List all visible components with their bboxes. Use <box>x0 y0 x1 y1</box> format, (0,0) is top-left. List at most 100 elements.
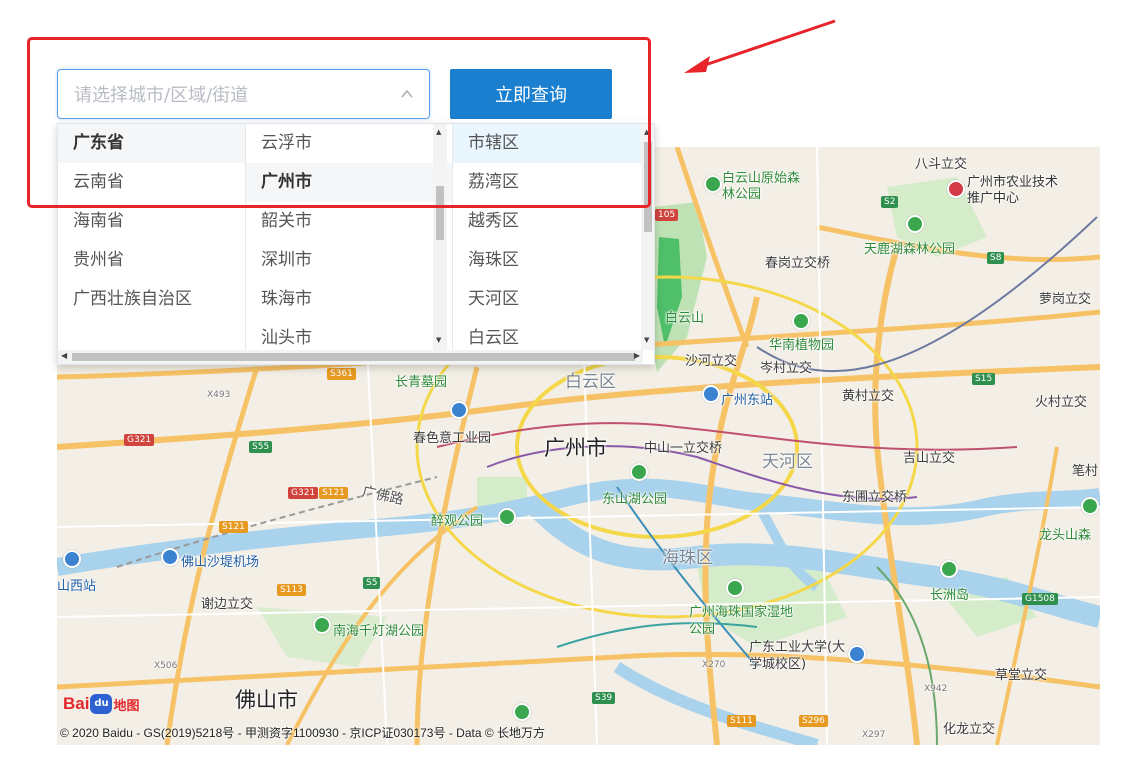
province-option[interactable]: 贵州省 <box>58 241 245 280</box>
road-badge-s8: S8 <box>987 252 1005 264</box>
school-pin-icon <box>848 645 866 663</box>
map-label-x506: X506 <box>154 661 178 671</box>
map-label-baiyun: 白云区 <box>565 372 616 392</box>
district-option[interactable]: 白云区 <box>453 319 643 350</box>
scroll-left-icon[interactable]: ◀ <box>61 351 67 360</box>
scroll-up-icon[interactable]: ▲ <box>644 128 649 136</box>
road-badge-s121: S121 <box>319 487 348 499</box>
park-pin-icon <box>792 312 810 330</box>
road-badge-s5: S5 <box>363 577 381 589</box>
map-label-tianhe: 天河区 <box>762 452 813 472</box>
map-label-guangzhou-east: 广州东站 <box>721 393 774 408</box>
cascade-horizontal-scrollbar[interactable]: ◀ ▶ <box>58 350 643 364</box>
station-pin-icon <box>702 385 720 403</box>
district-option[interactable]: 越秀区 <box>453 202 643 241</box>
park-pin-icon <box>513 703 531 721</box>
map-label-xiechi: 谢边立交 <box>201 597 254 612</box>
district-option[interactable]: 市辖区 <box>453 124 643 163</box>
airport-pin-icon <box>161 548 179 566</box>
city-list-scrollbar[interactable]: ▲ ▼ <box>433 124 447 350</box>
province-option[interactable]: 广东省 <box>58 124 245 163</box>
map-label-baiyunshan-park: 白云山原始森林公园 <box>722 171 801 202</box>
road-badge-g1508: G1508 <box>1022 593 1058 605</box>
scroll-down-icon[interactable]: ▼ <box>436 336 441 344</box>
map-label-hualong: 化龙立交 <box>943 722 996 737</box>
logo-bai-text: Bai <box>63 694 90 713</box>
district-option[interactable]: 海珠区 <box>453 241 643 280</box>
road-badge-s296: S296 <box>799 715 828 727</box>
map-label-longtoushan: 龙头山森 <box>1039 528 1092 543</box>
city-option[interactable]: 韶关市 <box>246 202 452 241</box>
city-option[interactable]: 汕头市 <box>246 319 452 350</box>
road-badge-g321: G321 <box>124 434 155 446</box>
road-badge-s39: S39 <box>592 692 616 704</box>
district-option[interactable]: 天河区 <box>453 280 643 319</box>
map-label-jishan: 吉山立交 <box>903 451 956 466</box>
map-label-tianluhu: 天鹿湖森林公园 <box>864 242 956 257</box>
city-scroll-thumb[interactable] <box>436 186 444 240</box>
map-label-zhongshan: 中山一立交桥 <box>644 441 723 456</box>
query-button[interactable]: 立即查询 <box>450 69 612 119</box>
province-option[interactable]: 海南省 <box>58 202 245 241</box>
road-badge-g321: G321 <box>288 487 319 499</box>
map-label-changzhou: 长洲岛 <box>930 588 970 603</box>
park-pin-icon <box>704 175 722 193</box>
map-label-caotang: 草堂立交 <box>995 668 1048 683</box>
road-badge-s111: S111 <box>727 715 756 727</box>
city-option[interactable]: 云浮市 <box>246 124 452 163</box>
road-badge-105: 105 <box>655 209 679 221</box>
map-label-x942: X942 <box>924 684 948 694</box>
city-option[interactable]: 广州市 <box>246 163 452 202</box>
map-label-haizhu: 海珠区 <box>662 548 713 568</box>
map-label-huocun: 火村立交 <box>1035 395 1088 410</box>
map-label-foshan: 佛山市 <box>235 688 298 712</box>
park-pin-icon <box>726 579 744 597</box>
district-scroll-thumb[interactable] <box>644 142 652 232</box>
map-label-luogang: 萝岗立交 <box>1039 292 1092 307</box>
map-label-guangzhou: 广州市 <box>544 436 607 460</box>
map-label-shahe: 沙河立交 <box>685 354 738 369</box>
district-list-scrollbar[interactable]: ▲ ▼ <box>641 124 654 350</box>
district-option[interactable]: 荔湾区 <box>453 163 643 202</box>
scroll-up-icon[interactable]: ▲ <box>436 128 441 136</box>
park-pin-icon <box>1081 497 1099 515</box>
map-label-chunseyi: 春色意工业园 <box>413 431 492 446</box>
map-label-baiyunshan: 白云山 <box>665 311 705 326</box>
park-pin-icon <box>313 616 331 634</box>
baidu-paw-icon: du <box>90 694 113 714</box>
map-label-gdut: 广东工业大学(大学城校区) <box>749 640 846 672</box>
chevron-up-icon[interactable] <box>399 86 415 102</box>
map-label-huangcun: 黄村立交 <box>842 389 895 404</box>
region-search-input[interactable] <box>72 70 396 120</box>
logo-ditu-text: 地图 <box>113 698 140 714</box>
city-list: 云浮市 广州市 韶关市 深圳市 珠海市 汕头市 <box>246 124 453 350</box>
city-option[interactable]: 深圳市 <box>246 241 452 280</box>
province-option[interactable]: 广西壮族自治区 <box>58 280 245 319</box>
map-label-cuncun: 岑村立交 <box>760 361 813 376</box>
map-label-changqing: 长青墓园 <box>395 375 448 390</box>
province-option[interactable]: 云南省 <box>58 163 245 202</box>
scroll-down-icon[interactable]: ▼ <box>644 336 649 344</box>
annotation-arrow-icon <box>684 19 836 73</box>
park-pin-icon <box>498 508 516 526</box>
park-pin-icon <box>940 560 958 578</box>
horizontal-scroll-thumb[interactable] <box>72 353 635 361</box>
region-cascade-dropdown: 广东省 云南省 海南省 贵州省 广西壮族自治区 云浮市 广州市 韶关市 深圳市 珠海市 汕头市 ▲… <box>57 123 655 365</box>
map-label-nanhai-lake: 南海千灯湖公园 <box>333 624 425 639</box>
map-label-longcun: 笔村 <box>1072 464 1099 479</box>
map-label-bagan: 八斗立交 <box>915 157 968 172</box>
map-label-dongshanhu: 东山湖公园 <box>602 492 668 507</box>
map-label-x297: X297 <box>862 730 886 740</box>
road-badge-s121: S121 <box>219 521 248 533</box>
province-list: 广东省 云南省 海南省 贵州省 广西壮族自治区 <box>58 124 246 350</box>
map-label-shanxi-station: 山西站 <box>57 579 97 594</box>
map-label-huanan-garden: 华南植物园 <box>769 338 835 353</box>
road-badge-s55: S55 <box>249 441 273 453</box>
city-option[interactable]: 珠海市 <box>246 280 452 319</box>
region-search-box[interactable] <box>57 69 430 120</box>
road-badge-s361: S361 <box>327 368 356 380</box>
map-copyright: © 2020 Baidu - GS(2019)5218号 - 甲测资字11009… <box>60 726 546 740</box>
scroll-right-icon[interactable]: ▶ <box>634 351 640 360</box>
baidu-map-logo[interactable]: Bai du 地图 <box>63 693 139 715</box>
park-pin-icon <box>630 463 648 481</box>
